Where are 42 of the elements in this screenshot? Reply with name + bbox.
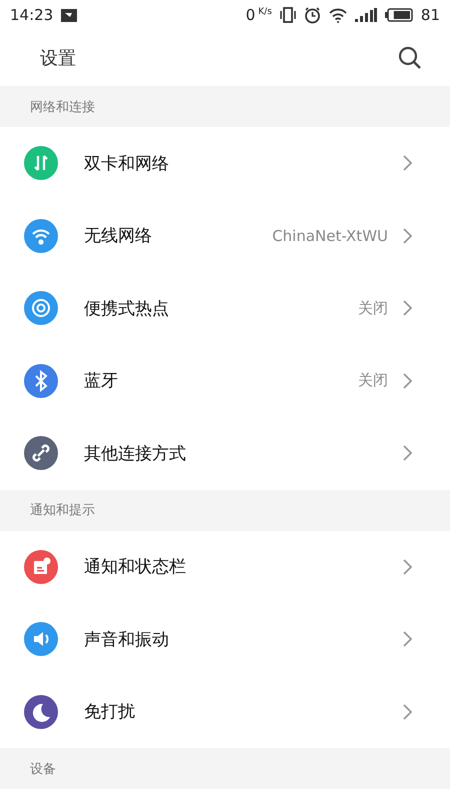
alarm-icon — [304, 6, 321, 24]
settings-item[interactable]: 通知和状态栏 — [0, 530, 450, 603]
item-label: 声音和振动 — [84, 628, 170, 651]
item-label: 蓝牙 — [84, 370, 119, 392]
item-value: 关闭 — [358, 298, 388, 318]
search-icon[interactable] — [398, 46, 422, 70]
item-value: ChinaNet-XtWU — [272, 226, 388, 245]
settings-item[interactable]: 声音和振动 — [0, 603, 450, 676]
item-label: 双卡和网络 — [84, 152, 170, 175]
chevron-icon — [402, 228, 412, 244]
battery-icon — [384, 8, 413, 22]
settings-item[interactable]: 蓝牙 关闭 — [0, 344, 450, 417]
settings-item[interactable]: 无线网络 ChinaNet-XtWU — [0, 200, 450, 272]
item-value: 关闭 — [358, 371, 388, 390]
settings-item[interactable]: 便携式热点 关闭 — [0, 272, 450, 344]
section-header: 设备 — [0, 748, 450, 789]
item-label: 便携式热点 — [84, 298, 170, 320]
signal-icon — [354, 8, 377, 22]
status-time: 14:23 — [10, 6, 54, 24]
chevron-icon — [402, 704, 412, 720]
chevron-icon — [402, 445, 412, 462]
item-label: 无线网络 — [84, 225, 153, 248]
section-header: 网络和连接 — [0, 86, 450, 127]
chevron-icon — [402, 558, 412, 575]
wifi-icon — [328, 8, 347, 22]
page-title: 设置 — [40, 47, 76, 70]
item-label: 通知和状态栏 — [84, 556, 187, 578]
battery-percent: 81 — [420, 6, 440, 24]
settings-item[interactable]: 免打扰 — [0, 676, 450, 748]
image-notification-icon — [61, 8, 78, 22]
settings-item[interactable]: 其他连接方式 — [0, 417, 450, 490]
chevron-icon — [402, 631, 412, 648]
chevron-icon — [402, 372, 412, 389]
network-speed: 0 — [246, 6, 256, 24]
chevron-icon — [402, 155, 412, 172]
settings-item[interactable]: 双卡和网络 — [0, 127, 450, 200]
section-header: 通知和提示 — [0, 490, 450, 530]
item-label: 其他连接方式 — [84, 442, 187, 465]
item-label: 免打扰 — [84, 701, 136, 724]
chevron-icon — [402, 300, 412, 316]
speed-unit: K/s — [258, 7, 272, 17]
vibrate-icon — [280, 7, 296, 23]
